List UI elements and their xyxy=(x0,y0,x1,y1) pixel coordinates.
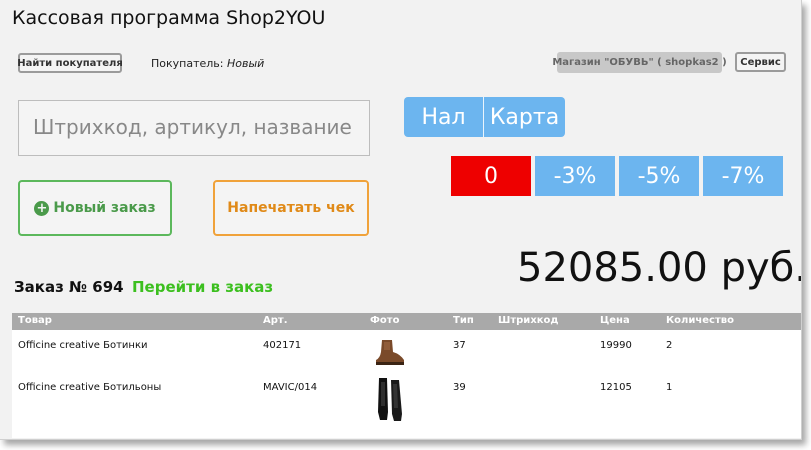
goto-order-link[interactable]: Перейти в заказ xyxy=(132,278,273,296)
order-number: Заказ № 694 xyxy=(14,278,124,296)
cell-quantity: 2 xyxy=(666,340,673,351)
col-barcode: Штрихкод xyxy=(498,315,559,326)
cell-type: 39 xyxy=(453,382,466,393)
col-price: Цена xyxy=(600,315,630,326)
col-type: Тип xyxy=(453,315,474,326)
new-order-label: Новый заказ xyxy=(53,200,156,216)
cell-price: 19990 xyxy=(600,340,632,351)
print-receipt-button[interactable]: Напечатать чек xyxy=(213,180,369,236)
cell-price: 12105 xyxy=(600,382,632,393)
shop-badge[interactable]: Магазин "ОБУВЬ" ( shopkas2 ) xyxy=(552,52,727,73)
cell-name: Officine creative Ботинки xyxy=(18,340,148,351)
order-items-table: Товар Арт. Фото Тип Штрихкод Цена Количе… xyxy=(12,313,801,438)
col-quantity: Количество xyxy=(666,315,734,326)
table-row[interactable]: Officine creative Ботинки 402171 37 1999… xyxy=(12,336,801,376)
cell-article: 402171 xyxy=(263,340,302,351)
cell-quantity: 1 xyxy=(666,382,673,393)
table-header: Товар Арт. Фото Тип Штрихкод Цена Количе… xyxy=(12,313,801,330)
cell-name: Officine creative Ботильоны xyxy=(18,382,162,393)
pay-cash-button[interactable]: Нал xyxy=(404,97,484,137)
black-boots-icon xyxy=(376,376,404,426)
cell-type: 37 xyxy=(453,340,466,351)
customer-label: Покупатель: xyxy=(151,57,224,70)
pay-card-button[interactable]: Карта xyxy=(484,97,565,137)
table-row[interactable]: Officine creative Ботильоны MAVIC/014 39… xyxy=(12,378,801,421)
search-input[interactable]: Штрихкод, артикул, название xyxy=(18,100,370,156)
col-photo: Фото xyxy=(370,315,400,326)
order-total: 52085.00 руб. xyxy=(517,245,802,291)
table-body: Officine creative Ботинки 402171 37 1999… xyxy=(12,330,801,438)
discount-7-button[interactable]: -7% xyxy=(703,156,783,196)
cell-article: MAVIC/014 xyxy=(263,382,318,393)
col-article: Арт. xyxy=(263,315,288,326)
payment-method-group: Нал Карта xyxy=(404,97,565,137)
plus-circle-icon: + xyxy=(34,200,50,216)
app-title: Кассовая программа Shop2YOU xyxy=(12,7,326,29)
customer-value: Новый xyxy=(226,57,265,70)
col-product: Товар xyxy=(18,315,52,326)
new-order-button[interactable]: + Новый заказ xyxy=(18,180,172,236)
service-button[interactable]: Сервис xyxy=(735,52,786,72)
discount-3-button[interactable]: -3% xyxy=(535,156,615,196)
customer-info: Покупатель: Новый xyxy=(151,57,264,70)
brown-boot-icon xyxy=(372,338,406,372)
app-window: Кассовая программа Shop2YOU Найти покупа… xyxy=(0,0,802,440)
discount-5-button[interactable]: -5% xyxy=(619,156,699,196)
find-customer-button[interactable]: Найти покупателя xyxy=(17,53,123,73)
discount-0-button[interactable]: 0 xyxy=(451,156,531,196)
